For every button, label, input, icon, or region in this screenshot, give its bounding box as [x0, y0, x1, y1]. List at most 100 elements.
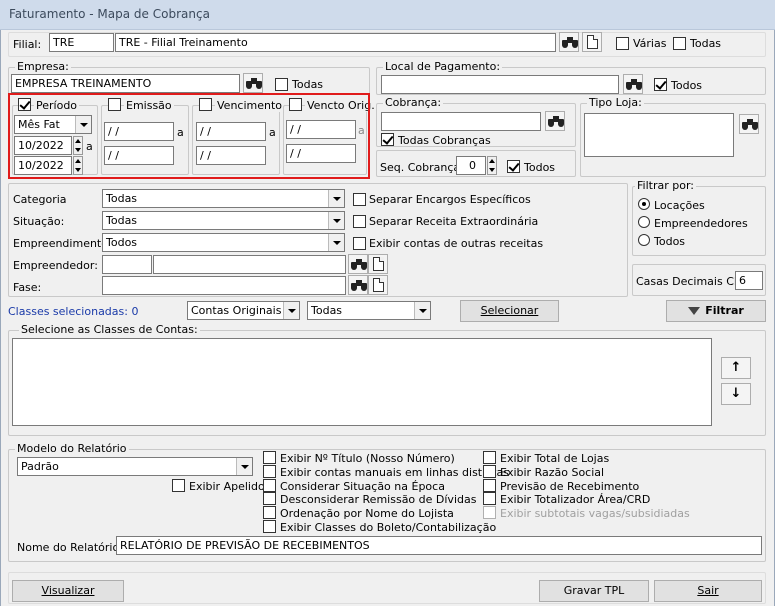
check-col1-0[interactable]	[263, 451, 276, 464]
title-bar: Faturamento - Mapa de Cobrança	[0, 0, 775, 30]
empreendedores-radio[interactable]	[638, 216, 650, 228]
check-col2-4[interactable]	[483, 506, 496, 519]
check-col1-5[interactable]	[263, 520, 276, 533]
check-col2-3[interactable]	[483, 492, 496, 505]
todas-cobrancas-label: Todas Cobranças	[398, 134, 491, 147]
sair-label: Sair	[697, 584, 719, 597]
seq-todos-label: Todos	[524, 161, 556, 174]
filial-code-input[interactable]: TRE	[49, 33, 114, 52]
local-pagamento-search-button[interactable]	[623, 74, 643, 94]
check-col1-2[interactable]	[263, 479, 276, 492]
tipo-loja-search-button[interactable]	[739, 114, 759, 134]
visualizar-button[interactable]: Visualizar	[12, 580, 124, 602]
cobranca-input[interactable]	[381, 112, 541, 131]
locacoes-label: Locações	[654, 199, 705, 212]
contas-originais-select[interactable]: Contas Originais	[187, 301, 300, 320]
move-down-button[interactable]: ↓	[721, 383, 751, 405]
empreendedor-new-button[interactable]	[368, 254, 388, 274]
filial-todas-checkbox[interactable]	[673, 37, 686, 50]
empresa-todas-checkbox[interactable]	[275, 78, 288, 91]
filtrar-label: Filtrar	[705, 304, 744, 317]
classes-list-title: Selecione as Classes de Contas:	[19, 323, 200, 336]
binoculars-icon	[246, 78, 262, 90]
check-col2-1-label: Exibir Razão Social	[500, 466, 605, 479]
check-col1-5-label: Exibir Classes do Boleto/Contabilização	[280, 521, 497, 534]
binoculars-icon	[351, 280, 367, 292]
exibir-apelido-checkbox[interactable]	[172, 479, 185, 492]
highlight-box	[8, 93, 370, 179]
check-col1-1[interactable]	[263, 465, 276, 478]
modelo-value: Padrão	[21, 460, 59, 473]
fase-search-button[interactable]	[348, 275, 368, 295]
empreendedor-code-input[interactable]	[102, 255, 152, 274]
categoria-select[interactable]: Todas	[102, 189, 345, 208]
todas-cobrancas-checkbox[interactable]	[381, 133, 394, 146]
selecionar-button[interactable]: Selecionar	[460, 300, 559, 322]
empreendimento-select[interactable]: Todos	[102, 233, 345, 252]
locacoes-radio[interactable]	[638, 198, 650, 210]
chevron-down-icon[interactable]	[328, 212, 344, 229]
casas-decimais-input[interactable]: 6	[735, 271, 763, 290]
check-col1-4-label: Ordenação por Nome do Lojista	[280, 507, 454, 520]
nome-relatorio-label: Nome do Relatório:	[17, 541, 123, 554]
filial-new-button[interactable]	[582, 32, 602, 52]
filtrar-button[interactable]: Filtrar	[666, 300, 766, 322]
fase-new-button[interactable]	[368, 275, 388, 295]
chevron-down-icon[interactable]	[236, 458, 252, 475]
todos-radio[interactable]	[638, 234, 650, 246]
chevron-down-icon[interactable]	[414, 302, 430, 319]
binoculars-icon	[742, 119, 758, 131]
fase-input[interactable]	[102, 276, 346, 295]
empresa-input[interactable]: EMPRESA TREINAMENTO	[11, 74, 240, 93]
varias-checkbox[interactable]	[616, 37, 629, 50]
local-pagamento-input[interactable]	[381, 75, 619, 94]
cobranca-search-button[interactable]	[545, 111, 565, 131]
binoculars-icon	[351, 259, 367, 271]
chevron-down-icon[interactable]	[328, 234, 344, 251]
exibir-contas-checkbox[interactable]	[353, 237, 366, 250]
tipo-loja-list[interactable]	[584, 113, 734, 157]
empresa-search-button[interactable]	[243, 73, 263, 93]
empresa-title: Empresa:	[15, 60, 71, 73]
cobranca-title: Cobrança:	[383, 96, 444, 109]
local-todos-checkbox[interactable]	[654, 78, 667, 91]
check-col1-1-label: Exibir contas manuais em linhas distinta…	[280, 466, 509, 479]
seq-cobranca-spinner[interactable]	[487, 156, 497, 175]
empreendedor-label: Empreendedor:	[13, 259, 98, 272]
filial-name-input[interactable]: TRE - Filial Treinamento	[115, 33, 556, 52]
seq-cobranca-input[interactable]: 0	[456, 156, 486, 175]
filtrar-por-title: Filtrar por:	[635, 179, 696, 192]
separar-receita-checkbox[interactable]	[353, 215, 366, 228]
check-col2-2-label: Previsão de Recebimento	[500, 480, 640, 493]
move-up-button[interactable]: ↑	[721, 357, 751, 379]
check-col2-0[interactable]	[483, 451, 496, 464]
empreendedor-search-button[interactable]	[348, 254, 368, 274]
filial-search-button[interactable]	[559, 32, 579, 52]
chevron-down-icon[interactable]	[283, 302, 299, 319]
separar-receita-label: Separar Receita Extraordinária	[369, 215, 539, 228]
sair-button[interactable]: Sair	[654, 580, 762, 602]
varias-label: Várias	[633, 37, 667, 50]
nome-relatorio-input[interactable]: RELATÓRIO DE PREVISÃO DE RECEBIMENTOS	[116, 536, 762, 555]
empreendedor-name-input[interactable]	[153, 255, 346, 274]
binoculars-icon	[548, 116, 564, 128]
separar-encargos-checkbox[interactable]	[353, 193, 366, 206]
classes-list[interactable]	[12, 338, 712, 426]
check-col1-3-label: Desconsiderar Remissão de Dívidas	[280, 493, 477, 506]
check-col1-4[interactable]	[263, 506, 276, 519]
filial-label: Filial:	[13, 38, 42, 51]
chevron-down-icon[interactable]	[328, 190, 344, 207]
modelo-select[interactable]: Padrão	[17, 457, 253, 476]
classes-todas-select[interactable]: Todas	[307, 301, 431, 320]
situacao-select[interactable]: Todas	[102, 211, 345, 230]
classes-selecionadas-label: Classes selecionadas: 0	[8, 305, 139, 318]
check-col1-3[interactable]	[263, 492, 276, 505]
gravar-tpl-button[interactable]: Gravar TPL	[539, 580, 649, 602]
seq-todos-checkbox[interactable]	[507, 160, 520, 173]
arrow-up-icon: ↑	[730, 360, 742, 375]
empreendedores-label: Empreendedores	[654, 217, 748, 230]
check-col2-0-label: Exibir Total de Lojas	[500, 452, 610, 465]
todos-radio-label: Todos	[654, 235, 686, 248]
check-col2-2[interactable]	[483, 479, 496, 492]
check-col2-1[interactable]	[483, 465, 496, 478]
